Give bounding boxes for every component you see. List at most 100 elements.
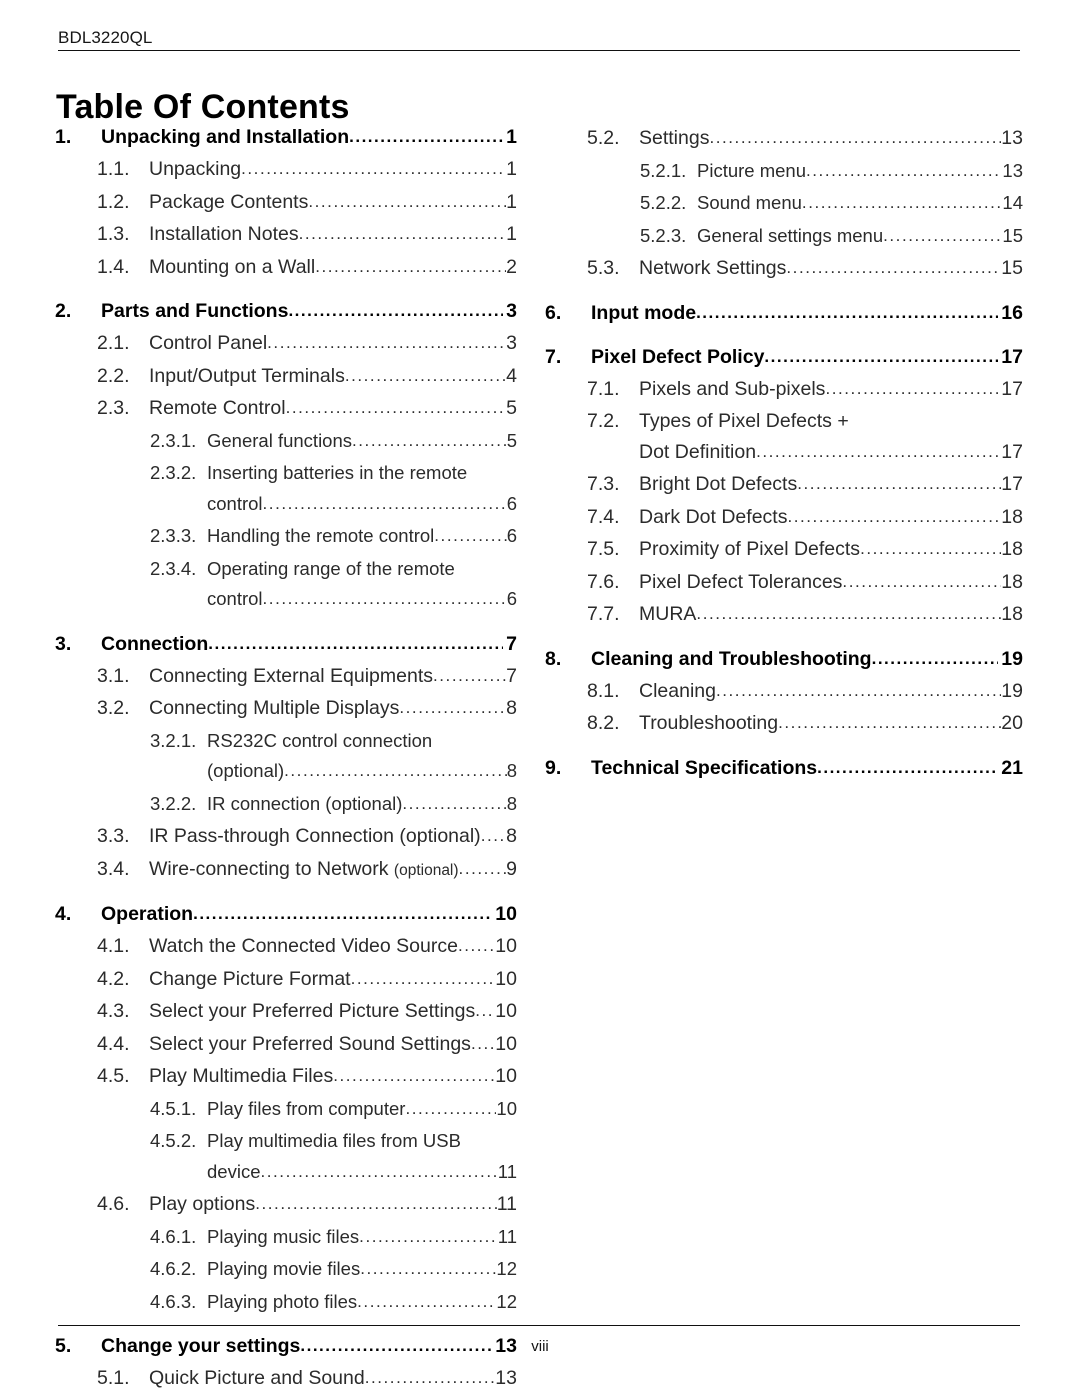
- toc-entry[interactable]: 4. Operation.............................…: [55, 899, 517, 930]
- toc-entry-title: Input/Output Terminals: [149, 364, 345, 387]
- leader-dots: ........................................…: [480, 826, 506, 845]
- toc-entry-number: 3.2.1.: [150, 729, 197, 751]
- toc-entry[interactable]: 5.1. Quick Picture and Sound.............…: [55, 1363, 517, 1395]
- toc-entry[interactable]: 2.3.3. Handling the remote control.......…: [55, 521, 517, 553]
- toc-entry[interactable]: 2.3.4. Operating range of the remote contr…: [55, 554, 517, 616]
- toc-entry[interactable]: 4.6.2. Playing movie files...............…: [55, 1254, 517, 1286]
- toc-entry[interactable]: 8. Cleaning and Troubleshooting..........…: [545, 644, 1023, 675]
- toc-entry-title: Handling the remote control: [207, 525, 435, 546]
- toc-entry[interactable]: 5.2.1. Picture menu......................…: [545, 156, 1023, 188]
- toc-entry[interactable]: 4.5.2. Play multimedia files from USB devi…: [55, 1126, 517, 1188]
- toc-entry-number: 8.: [545, 647, 562, 670]
- toc-entry[interactable]: 7.1. Pixels and Sub-pixels...............…: [545, 374, 1023, 406]
- toc-entry[interactable]: 2.3.2. Inserting batteries in the remote c…: [55, 458, 517, 520]
- toc-entry[interactable]: 2.3.1. General functions.................…: [55, 426, 517, 458]
- toc-entry[interactable]: 2.2. Input/Output Terminals..............…: [55, 361, 517, 393]
- toc-entry-title: Play multimedia files from USB: [207, 1130, 461, 1151]
- footer-page-number: viii: [531, 1338, 549, 1355]
- toc-entry-title: Picture menu: [697, 159, 806, 181]
- toc-entry-number: 4.5.1.: [150, 1097, 197, 1119]
- toc-entry[interactable]: 4.6.3. Playing photo files...............…: [55, 1287, 517, 1319]
- toc-entry[interactable]: 3. Connection............................…: [55, 629, 517, 660]
- toc-entry[interactable]: 4.4. Select your Preferred Sound Settings…: [55, 1029, 517, 1061]
- toc-entry[interactable]: 7.3. Bright Dot Defects..................…: [545, 469, 1023, 501]
- toc-entry-number: 4.5.: [97, 1065, 130, 1087]
- toc-entry[interactable]: 7.5. Proximity of Pixel Defects..........…: [545, 534, 1023, 566]
- leader-dots: ........................................…: [860, 539, 1001, 558]
- toc-entry[interactable]: 1.2. Package Contents....................…: [55, 187, 517, 219]
- toc-entry-title: Pixel Defect Policy: [591, 345, 765, 368]
- toc-entry-body: Unpacking and Installation..............…: [101, 122, 517, 153]
- toc-entry-page-number: 19: [1001, 647, 1023, 670]
- toc-entry[interactable]: 7. Pixel Defect Policy...................…: [545, 342, 1023, 373]
- toc-entry-page-number: 10: [495, 1032, 517, 1055]
- toc-entry[interactable]: 8.2. Troubleshooting.....................…: [545, 708, 1023, 740]
- toc-entry[interactable]: 2.3. Remote Control......................…: [55, 393, 517, 425]
- toc-entry[interactable]: 2. Parts and Functions...................…: [55, 296, 517, 327]
- toc-entry[interactable]: 1. Unpacking and Installation............…: [55, 122, 517, 153]
- toc-entry[interactable]: 4.3. Select your Preferred Picture Settin…: [55, 996, 517, 1028]
- toc-entry-title: Connecting Multiple Displays: [149, 697, 400, 719]
- toc-entry-number: 3.2.: [97, 697, 130, 719]
- toc-entry[interactable]: 3.2. Connecting Multiple Displays........…: [55, 693, 517, 725]
- toc-entry-title: RS232C control connection: [207, 729, 433, 751]
- toc-entry[interactable]: 7.4. Dark Dot Defects....................…: [545, 502, 1023, 534]
- toc-entry-page-number: 13: [1002, 159, 1023, 181]
- toc-entry-page-number: 18: [1001, 505, 1023, 528]
- toc-entry-number: 8.2.: [587, 712, 620, 734]
- toc-entry-title: Unpacking and Installation: [101, 126, 350, 148]
- toc-entry-body: Network Settings........................…: [639, 253, 1023, 285]
- toc-entry[interactable]: 3.2.1. RS232C control connection (optional…: [55, 726, 517, 788]
- toc-entry[interactable]: 4.2. Change Picture Format...............…: [55, 964, 517, 996]
- toc-entry[interactable]: 1.3. Installation Notes..................…: [55, 219, 517, 251]
- toc-entry[interactable]: 3.4. Wire-connecting to Network (optional…: [55, 854, 517, 887]
- leader-dots: ........................................…: [458, 858, 507, 878]
- toc-entry-body: IR Pass-through Connection (optional)...…: [149, 821, 517, 853]
- toc-entry[interactable]: 4.1. Watch the Connected Video Source....…: [55, 931, 517, 963]
- leader-dots: ........................................…: [817, 757, 999, 777]
- toc-entry[interactable]: 3.2.2. IR connection (optional)..........…: [55, 789, 517, 821]
- toc-entry-number: 3.1.: [97, 664, 130, 687]
- leader-dots: ........................................…: [475, 1001, 495, 1020]
- toc-entry-page-number: 1: [506, 223, 517, 245]
- toc-entry[interactable]: 5.2.2. Sound menu........................…: [545, 188, 1023, 220]
- toc-entry[interactable]: 7.6. Pixel Defect Tolerances.............…: [545, 567, 1023, 599]
- leader-dots: ........................................…: [715, 680, 1001, 700]
- toc-entry-title: IR connection (optional): [207, 792, 403, 814]
- toc-entry-page-number: 1: [506, 126, 517, 148]
- leader-dots: ........................................…: [764, 346, 998, 366]
- toc-entry[interactable]: 5.3. Network Settings....................…: [545, 253, 1023, 285]
- toc-entry[interactable]: 4.5.1. Play files from computer..........…: [55, 1094, 517, 1126]
- toc-entry[interactable]: 6. Input mode............................…: [545, 298, 1023, 329]
- toc-entry-body: Cleaning................................…: [639, 676, 1023, 708]
- toc-entry[interactable]: 8.1. Cleaning............................…: [545, 676, 1023, 708]
- toc-entry-body: Troubleshooting.........................…: [639, 708, 1023, 740]
- toc-entry-title: Technical Specifications: [591, 756, 818, 779]
- toc-entry-number: 2.3.4.: [150, 557, 197, 579]
- toc-entry[interactable]: 4.5. Play Multimedia Files...............…: [55, 1061, 517, 1093]
- toc-entry[interactable]: 3.3. IR Pass-through Connection (optional…: [55, 821, 517, 853]
- toc-entry-body: Connecting External Equipments..........…: [149, 661, 517, 693]
- toc-entry-number: 7.2.: [587, 410, 620, 432]
- toc-entry[interactable]: 3.1. Connecting External Equipments......…: [55, 661, 517, 693]
- toc-entry[interactable]: 5.2. Settings............................…: [545, 123, 1023, 155]
- toc-entry-number: 4.6.3.: [150, 1290, 197, 1312]
- toc-entry-page-number: 5: [506, 397, 517, 419]
- toc-entry-body: MURA....................................…: [639, 599, 1023, 631]
- toc-entry[interactable]: 4.6. Play options........................…: [55, 1189, 517, 1221]
- toc-entry[interactable]: 9. Technical Specifications..............…: [545, 753, 1023, 784]
- toc-entry[interactable]: 5.2.3. General settings menu.............…: [545, 221, 1023, 253]
- toc-entry-title: Play files from computer: [207, 1097, 406, 1119]
- toc-entry[interactable]: 1.1. Unpacking...........................…: [55, 154, 517, 186]
- toc-entry[interactable]: 4.6.1. Playing music files...............…: [55, 1222, 517, 1254]
- toc-entry[interactable]: 7.2. Types of Pixel Defects + Dot Definiti…: [545, 406, 1023, 468]
- toc-entry-body: Remote Control..........................…: [149, 393, 517, 425]
- toc-entry-body: Playing movie files.....................…: [207, 1254, 517, 1286]
- leader-dots: ........................................…: [433, 665, 507, 685]
- toc-entry[interactable]: 7.7. MURA................................…: [545, 599, 1023, 631]
- toc-entry-title: Dark Dot Defects: [639, 505, 788, 528]
- toc-entry-body: Settings................................…: [639, 123, 1023, 155]
- toc-entry[interactable]: 2.1. Control Panel.......................…: [55, 328, 517, 360]
- toc-entry[interactable]: 1.4. Mounting on a Wall..................…: [55, 252, 517, 284]
- toc-entry-number: 1.4.: [97, 255, 130, 278]
